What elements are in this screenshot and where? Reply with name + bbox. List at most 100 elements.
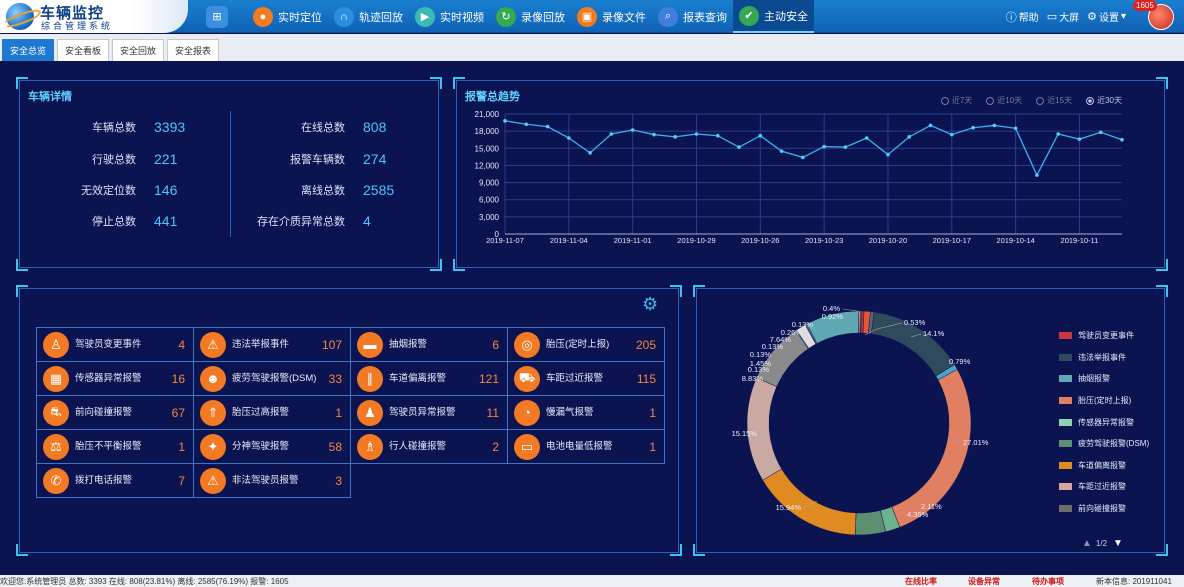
legend-item[interactable]: 车道偏离报警 bbox=[1059, 455, 1159, 477]
legend-item[interactable]: 违法举报事件 bbox=[1059, 347, 1159, 369]
legend-item[interactable]: 驾驶员变更事件 bbox=[1059, 325, 1159, 347]
alarm-item[interactable]: ♗ 行人碰撞报警 2 bbox=[351, 430, 507, 463]
help-button[interactable]: ⓘ 帮助 bbox=[1006, 9, 1039, 25]
page-prev-icon[interactable]: ▲ bbox=[1082, 538, 1092, 549]
stat-value: 274 bbox=[363, 151, 387, 167]
vehicle-stat-left-2: 无效定位数 146 bbox=[36, 180, 177, 200]
data-point bbox=[524, 122, 529, 127]
slice-label: 4.35% bbox=[907, 510, 929, 519]
tab-0[interactable]: 安全总览 bbox=[2, 39, 55, 61]
legend-item[interactable]: 传感器异常报警 bbox=[1059, 411, 1159, 433]
settings-gear-icon[interactable]: ⚙ bbox=[642, 294, 658, 315]
x-tick-label: 2019-10-11 bbox=[1061, 236, 1099, 245]
alarm-item[interactable]: ⛟ 车距过近报警 115 bbox=[508, 362, 664, 395]
alarm-item[interactable]: ✦ 分神驾驶报警 58 bbox=[194, 430, 350, 463]
nav-item-1[interactable]: ∩ 轨迹回放 bbox=[328, 0, 409, 33]
alarm-item[interactable]: ⚠ 非法驾驶员报警 3 bbox=[194, 464, 350, 497]
globe-icon bbox=[6, 3, 34, 30]
status-link-todo[interactable]: 待办事项 bbox=[1032, 576, 1064, 587]
data-point bbox=[843, 145, 848, 149]
alarm-label: 抽烟报警 bbox=[389, 338, 428, 350]
page-next-icon[interactable]: ▼ bbox=[1113, 538, 1123, 549]
data-point bbox=[737, 145, 741, 149]
x-tick-label: 2019-11-04 bbox=[550, 236, 588, 245]
alarm-trend-panel: 报警总趋势 近7天 近10天 近15天 近30天 0 3,000 6,000 9,000 12… bbox=[453, 77, 1168, 271]
slice-label: 14.1% bbox=[923, 329, 945, 338]
y-tick-label: 6,000 bbox=[479, 196, 500, 205]
alarm-item[interactable]: ♟ 驾驶员异常报警 11 bbox=[351, 396, 507, 429]
nav-item-label: 报表查询 bbox=[683, 11, 727, 24]
legend-item[interactable]: 胎压(定时上报) bbox=[1059, 390, 1159, 412]
alarm-label: 车道偏离报警 bbox=[389, 372, 447, 384]
nav-item-2[interactable]: ▶ 实时视频 bbox=[409, 0, 490, 33]
nav-item-4[interactable]: ▣ 录像文件 bbox=[571, 0, 652, 33]
location-icon: ● bbox=[253, 6, 273, 27]
alarm-label: 违法举报事件 bbox=[232, 338, 290, 350]
status-text: 欢迎您:系统管理员 总数: 3393 在线: 808(23.81%) 离线: 2… bbox=[0, 576, 289, 586]
alarm-label: 行人碰撞报警 bbox=[389, 440, 447, 452]
alarm-item[interactable]: ⚠ 违法举报事件 107 bbox=[194, 328, 350, 361]
alarm-item[interactable]: ◔ 慢漏气报警 1 bbox=[508, 396, 664, 429]
caret-down-icon: ▾ bbox=[1120, 11, 1126, 22]
settings-button[interactable]: ⚙ 设置 ▾ bbox=[1087, 9, 1126, 24]
legend-label: 抽烟报警 bbox=[1078, 374, 1110, 384]
alarm-item[interactable]: ⇑ 胎压过高报警 1 bbox=[194, 396, 350, 429]
alarm-item[interactable]: ▬ 抽烟报警 6 bbox=[351, 328, 507, 361]
tab-3[interactable]: 安全报表 bbox=[167, 39, 220, 61]
bigscreen-button[interactable]: ▭ 大屏 bbox=[1047, 9, 1079, 24]
alarm-item[interactable]: ⚖ 胎压不平衡报警 1 bbox=[37, 430, 193, 463]
tab-1[interactable]: 安全看板 bbox=[57, 39, 110, 61]
nav-item-3[interactable]: ↻ 录像回放 bbox=[490, 0, 571, 33]
data-point bbox=[822, 144, 826, 149]
data-point bbox=[588, 151, 592, 155]
data-point bbox=[928, 123, 933, 128]
alarm-item[interactable]: ▦ 传感器异常报警 16 bbox=[37, 362, 193, 395]
data-point bbox=[864, 136, 869, 140]
legend-page: 1/2 bbox=[1095, 539, 1108, 548]
alarm-item[interactable]: ✆ 拨打电话报警 7 bbox=[37, 464, 193, 497]
data-point bbox=[609, 132, 614, 136]
alarm-cell: ✆ 拨打电话报警 7 bbox=[36, 463, 194, 498]
alarm-count: 3 bbox=[335, 473, 342, 488]
legend-item[interactable]: 前向碰撞报警 bbox=[1059, 498, 1159, 520]
legend-swatch bbox=[1059, 353, 1072, 361]
alarm-item[interactable]: ☻ 疲劳驾驶报警(DSM) 33 bbox=[194, 362, 350, 395]
battery-icon: ▭ bbox=[514, 433, 540, 460]
stat-label: 存在介质异常总数 bbox=[257, 216, 345, 228]
tire-high-icon: ⇑ bbox=[200, 399, 226, 426]
legend-swatch bbox=[1059, 332, 1072, 340]
status-link-online-ratio[interactable]: 在线比率 bbox=[905, 576, 937, 587]
alarm-row: ▦ 传感器异常报警 16 ☻ 疲劳驾驶报警(DSM) 33 ∥ 车道偏离报警 121 ⛟ 车距过近报… bbox=[36, 361, 665, 396]
alarm-item[interactable]: ∥ 车道偏离报警 121 bbox=[351, 362, 507, 395]
slice-label: 0.92% bbox=[822, 312, 844, 321]
y-tick-label: 15,000 bbox=[475, 144, 500, 153]
alert-count-badge: 1605 bbox=[1133, 0, 1157, 11]
alarm-label: 胎压不平衡报警 bbox=[75, 440, 142, 452]
main-nav: ⊞ ● 实时定位 ∩ 轨迹回放 ▶ 实时视频 ↻ 录像回放 ▣ 录像文件 ⌕ 报表查询 ✔ 主动安全 bbox=[200, 0, 814, 33]
nav-item-0[interactable]: ● 实时定位 bbox=[247, 0, 328, 33]
alarm-cell: ▦ 传感器异常报警 16 bbox=[36, 361, 194, 396]
legend-swatch bbox=[1059, 505, 1072, 513]
alarm-item[interactable]: ♙ 驾驶员变更事件 4 bbox=[37, 328, 193, 361]
slow-leak-icon: ◔ bbox=[514, 399, 540, 426]
driver-change-icon: ♙ bbox=[43, 331, 69, 358]
alarm-cell: ☻ 疲劳驾驶报警(DSM) 33 bbox=[193, 361, 351, 396]
data-point bbox=[992, 123, 997, 128]
legend-item[interactable]: 疲劳驾驶报警(DSM) bbox=[1059, 433, 1159, 455]
alarm-item[interactable]: ⛐ 前向碰撞报警 67 bbox=[37, 396, 193, 429]
x-tick-label: 2019-11-07 bbox=[486, 236, 524, 245]
alarm-item[interactable]: ▭ 电池电量低报警 1 bbox=[508, 430, 664, 463]
alarm-item[interactable]: ◎ 胎压(定时上报) 205 bbox=[508, 328, 664, 361]
nav-home[interactable]: ⊞ bbox=[200, 0, 247, 33]
legend-item[interactable]: 抽烟报警 bbox=[1059, 368, 1159, 390]
vehicle-stat-right-1: 报警车辆数 274 bbox=[245, 149, 386, 169]
avatar[interactable]: 1605 bbox=[1133, 0, 1174, 30]
legend-swatch bbox=[1059, 418, 1072, 426]
legend-item[interactable]: 车距过近报警 bbox=[1059, 476, 1159, 498]
alarm-cell: ◎ 胎压(定时上报) 205 bbox=[507, 327, 665, 362]
nav-item-5[interactable]: ⌕ 报表查询 bbox=[652, 0, 733, 33]
tab-2[interactable]: 安全回放 bbox=[112, 39, 165, 61]
siren-icon: ⚠ bbox=[200, 331, 226, 358]
nav-item-6[interactable]: ✔ 主动安全 bbox=[733, 0, 814, 33]
status-link-device-error[interactable]: 设备异常 bbox=[968, 576, 1000, 587]
